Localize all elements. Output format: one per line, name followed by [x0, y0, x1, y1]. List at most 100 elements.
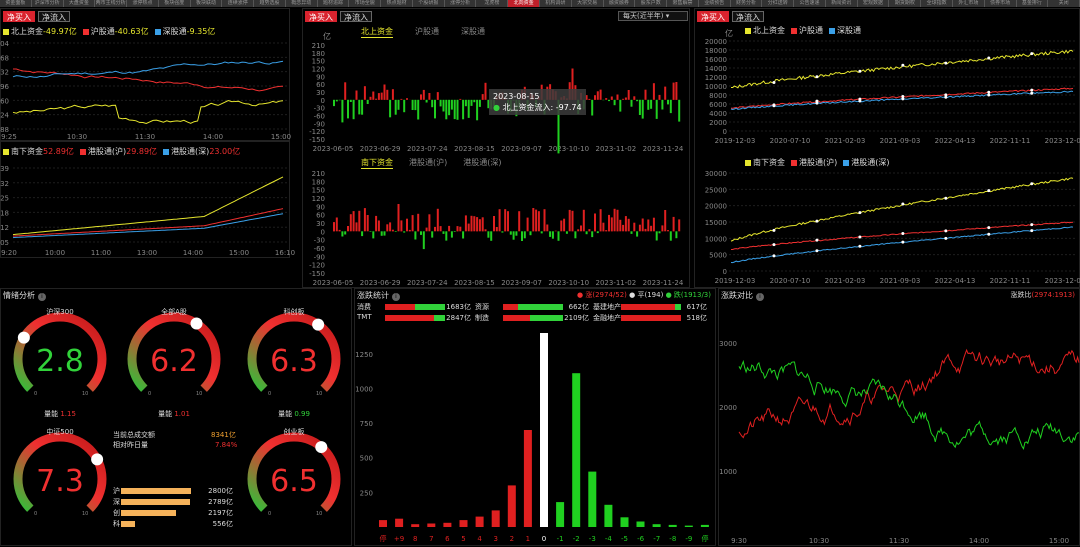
nc-marker [858, 70, 861, 73]
top-tab-12[interactable]: 热点题材 [381, 0, 413, 7]
gauge-value: 6.3 [270, 344, 318, 379]
north-intraday-panel: 净买入 净流入 北上资金-49.97亿 沪股通-40.63亿 深股通-9.35亿… [0, 8, 290, 141]
top-tab-8[interactable]: 趋势选股 [254, 0, 286, 7]
gauge-name: 全部A股 [119, 307, 229, 317]
gauge-svg: 2.8010 [5, 301, 115, 419]
histogram-bar [669, 525, 677, 527]
sd-bar [468, 224, 470, 232]
top-tab-14[interactable]: 涨停分析 [445, 0, 477, 7]
nd-ytick: -120 [309, 128, 325, 136]
tab-hk-sh[interactable]: 港股通(沪) [409, 157, 447, 169]
top-tab-1[interactable]: 沪深市分析 [32, 0, 64, 7]
top-tab-2[interactable]: 大盘资金 [64, 0, 96, 7]
nc-ytick: 10000 [705, 83, 727, 91]
nd-bar [647, 100, 649, 110]
updown-info-icon[interactable]: i [392, 293, 400, 301]
tab-north[interactable]: 北上资金 [361, 26, 393, 38]
nd-bar [611, 97, 613, 100]
top-tab-25[interactable]: 公告速递 [794, 0, 826, 7]
top-tab-15[interactable]: 龙虎榜 [476, 0, 508, 7]
nd-bar [423, 90, 425, 100]
info-icon[interactable]: i [38, 293, 46, 301]
cum-net-buy-button[interactable]: 净买入 [697, 11, 729, 22]
sector-row[interactable]: 资源662亿 [475, 302, 591, 312]
top-tab-19[interactable]: 融资融券 [604, 0, 636, 7]
series-north [13, 101, 283, 124]
gauge-2: 6.3010科创板量能 0.99 [239, 301, 349, 419]
top-tab-29[interactable]: 全球指数 [921, 0, 953, 7]
tab-sh-connect[interactable]: 沪股通 [415, 26, 439, 38]
nd-bar [622, 99, 624, 100]
net-inflow-button[interactable]: 净流入 [38, 11, 70, 22]
sector-row[interactable]: 金融地产518亿 [593, 313, 709, 323]
top-tab-6[interactable]: 板块联动 [191, 0, 223, 7]
sector-row[interactable]: 消费1683亿 [357, 302, 473, 312]
sector-row[interactable]: 制造2109亿 [475, 313, 591, 323]
period-dropdown[interactable]: 每天(近半年) ▾ [618, 11, 688, 21]
ratio-label: 相对昨日量 [113, 441, 148, 449]
sc-marker [1030, 182, 1033, 185]
top-tab-16[interactable]: 北向资金 [508, 0, 540, 7]
nc-marker [1030, 89, 1033, 92]
top-tab-3[interactable]: 两市主线分析 [95, 0, 127, 7]
nd-bar [381, 93, 383, 100]
top-tab-7[interactable]: 连续涨停 [222, 0, 254, 7]
top-tab-24[interactable]: 分红送转 [762, 0, 794, 7]
nc-xtick: 2020-07-10 [770, 137, 811, 145]
top-tab-18[interactable]: 大宗交易 [572, 0, 604, 7]
sd-bar [344, 231, 346, 234]
compare-info-icon[interactable]: i [756, 293, 764, 301]
sd-bar [389, 222, 391, 231]
sd-xtick: 2023-06-29 [360, 279, 401, 287]
nd-bar [358, 100, 360, 115]
sd-bar [499, 209, 501, 231]
top-tab-27[interactable]: 宏观数据 [858, 0, 890, 7]
nd-ytick: -30 [314, 105, 325, 113]
nd-bar [473, 100, 475, 102]
top-tab-0[interactable]: 资金面板 [0, 0, 32, 7]
top-tab-5[interactable]: 板块强度 [159, 0, 191, 7]
daily-net-inflow-button[interactable]: 净流入 [340, 11, 372, 22]
top-tab-4[interactable]: 涨停热点 [127, 0, 159, 7]
top-tab-30[interactable]: 外汇市场 [953, 0, 985, 7]
top-tab-31[interactable]: 债券市场 [985, 0, 1017, 7]
sd-bar [670, 231, 672, 240]
top-tab-26[interactable]: 新闻资讯 [826, 0, 858, 7]
sd-bar [459, 227, 461, 232]
sector-row[interactable]: TMT2847亿 [357, 313, 473, 323]
tab-south[interactable]: 南下资金 [361, 157, 393, 169]
tab-sz-connect[interactable]: 深股通 [461, 26, 485, 38]
top-tab-17[interactable]: 机构调研 [540, 0, 572, 7]
sd-bar [392, 230, 394, 232]
top-tab-28[interactable]: 期货期权 [889, 0, 921, 7]
sector-row[interactable]: 基建地产617亿 [593, 302, 709, 312]
nd-bar [653, 83, 655, 100]
net-buy-button[interactable]: 净买入 [3, 11, 35, 22]
nd-ytick: 120 [312, 66, 325, 74]
top-tab-22[interactable]: 业绩预告 [699, 0, 731, 7]
histogram-bar [572, 373, 580, 527]
top-tab-32[interactable]: 基金排行 [1017, 0, 1049, 7]
histogram-xtick: -7 [653, 535, 660, 543]
cum-net-inflow-button[interactable]: 净流入 [732, 11, 764, 22]
top-tab-13[interactable]: 个股研报 [413, 0, 445, 7]
tab-hk-sz[interactable]: 港股通(深) [463, 157, 501, 169]
sd-bar [659, 231, 661, 233]
top-tab-21[interactable]: 限售解禁 [667, 0, 699, 7]
nd-xtick: 2023-06-29 [360, 145, 401, 153]
top-tab-33[interactable]: 关闭 [1048, 0, 1080, 7]
top-tab-9[interactable]: 概念异动 [286, 0, 318, 7]
nd-bar [386, 90, 388, 100]
nd-bar [645, 90, 647, 100]
top-tab-23[interactable]: 财务分析 [731, 0, 763, 7]
top-tab-10[interactable]: 题材追踪 [318, 0, 350, 7]
daily-net-buy-button[interactable]: 净买入 [305, 11, 337, 22]
ud-ytick: 1250 [355, 351, 373, 359]
histogram-bar [460, 520, 468, 527]
top-tab-11[interactable]: 市场全貌 [349, 0, 381, 7]
nd-bar [625, 98, 627, 100]
nc-marker [944, 96, 947, 99]
nc-marker [944, 62, 947, 65]
top-tab-20[interactable]: 股东户数 [635, 0, 667, 7]
sd-bar [347, 226, 349, 231]
